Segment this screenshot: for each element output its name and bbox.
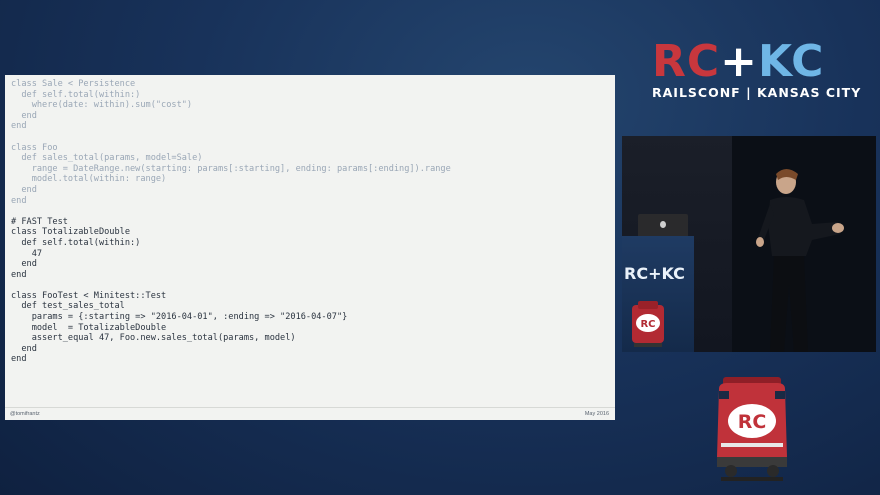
code-block: class Sale < Persistence def self.total(… <box>11 79 451 365</box>
slide-footer: @tomifrantz May 2016 <box>5 407 615 420</box>
code-line: def self.total(within:) <box>11 89 141 100</box>
conference-logo: RC+KC RAILSCONF | KANSAS CITY <box>652 40 862 101</box>
code-line: def sales_total(params, model=Sale) <box>11 153 203 164</box>
laptop-icon <box>638 214 688 238</box>
logo-mark: RC+KC <box>652 40 852 84</box>
code-line: end <box>11 195 27 206</box>
footer-handle: @tomifrantz <box>10 411 40 417</box>
code-line: end <box>11 121 27 132</box>
code-line: def test_sales_total <box>11 301 125 312</box>
code-line: where(date: within).sum("cost") <box>11 100 193 111</box>
code-line: end <box>11 110 37 121</box>
speaker-video: RC+KC RC <box>622 136 876 352</box>
code-line: model = TotalizableDouble <box>11 322 167 333</box>
podium-logo-text: RC+KC <box>624 264 685 283</box>
train-logo-text: RC <box>738 411 767 433</box>
speaker-figure <box>756 169 844 352</box>
slide: class Sale < Persistence def self.total(… <box>5 75 615 420</box>
podium-train-text: RC <box>640 319 655 330</box>
code-line: # FAST Test <box>11 216 68 227</box>
logo-plus: + <box>720 36 759 87</box>
code-line: def self.total(within:) <box>11 237 141 248</box>
code-line: class TotalizableDouble <box>11 227 130 238</box>
code-line: 47 <box>11 248 43 259</box>
logo-subtitle: RAILSCONF | KANSAS CITY <box>652 85 862 100</box>
code-line: end <box>11 259 37 270</box>
code-line: end <box>11 269 27 280</box>
code-line: model.total(within: range) <box>11 174 167 185</box>
code-line: end <box>11 184 37 195</box>
logo-kc: KC <box>758 36 825 87</box>
code-line: end <box>11 354 27 365</box>
train-logo-icon: RC <box>717 377 787 481</box>
footer-date: May 2016 <box>584 411 609 417</box>
logo-rc: RC <box>652 36 721 87</box>
podium-train-icon: RC <box>632 301 664 347</box>
code-line: end <box>11 343 37 354</box>
code-line: class Sale < Persistence <box>11 79 136 89</box>
code-line: range = DateRange.new(starting: params[:… <box>11 163 451 174</box>
code-line: class FooTest < Minitest::Test <box>11 290 167 301</box>
apple-logo-icon <box>660 221 666 228</box>
code-line: class Foo <box>11 142 58 153</box>
code-line: params = {:starting => "2016-04-01", :en… <box>11 312 348 323</box>
code-line: assert_equal 47, Foo.new.sales_total(par… <box>11 333 296 344</box>
